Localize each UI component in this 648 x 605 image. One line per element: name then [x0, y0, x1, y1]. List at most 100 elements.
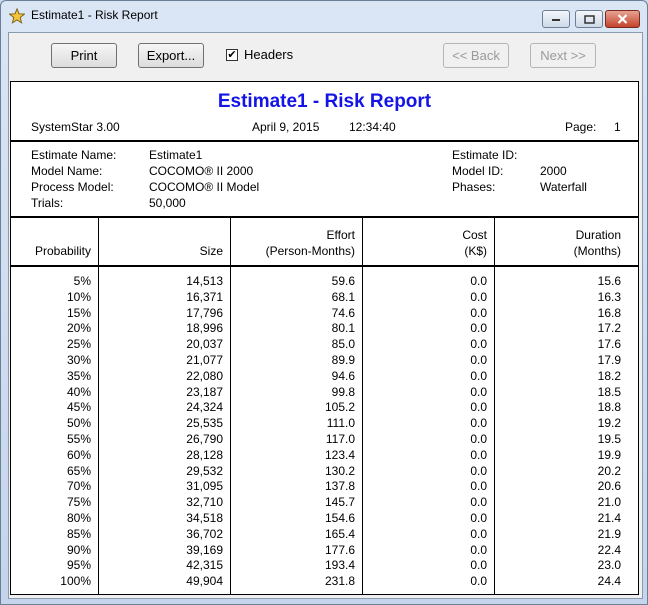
divider: [11, 216, 638, 218]
size-cell: 23,187: [186, 384, 223, 399]
size-cell: 20,037: [186, 337, 223, 352]
probability-cell: 70%: [66, 479, 91, 494]
toolbar: Print Export... ✔ Headers << Back Next >…: [9, 33, 642, 79]
column-header-size: Size: [199, 244, 223, 258]
size-cell: 24,324: [186, 400, 223, 415]
size-cell: 18,996: [186, 321, 223, 336]
cost-cell: 0.0: [470, 511, 487, 525]
size-cell: 36,702: [186, 526, 223, 541]
probability-cell: 5%: [73, 274, 91, 288]
cost-cell: 0.0: [470, 289, 487, 304]
duration-cell: 19.9: [597, 447, 621, 462]
column-divider: [362, 217, 363, 266]
effort-cell: 59.6: [331, 274, 355, 288]
cost-cell: 0.0: [470, 416, 487, 431]
probability-cell: 15%: [66, 305, 91, 320]
cost-cell: 0.0: [470, 353, 487, 367]
effort-cell: 80.1: [331, 321, 355, 336]
column-divider: [494, 267, 495, 594]
model-id-label: Model ID:: [452, 164, 504, 178]
effort-cell: 94.6: [331, 368, 355, 383]
probability-cell: 10%: [66, 289, 91, 304]
model-name-value: COCOMO® II 2000: [149, 164, 254, 178]
minimize-button[interactable]: [542, 10, 570, 28]
maximize-button[interactable]: [575, 10, 603, 28]
effort-cell: 165.4: [324, 526, 355, 541]
export-button[interactable]: Export...: [138, 43, 204, 68]
size-cell: 39,169: [186, 542, 223, 557]
duration-cell: 19.2: [597, 416, 621, 431]
size-cell: 28,128: [186, 447, 223, 462]
trials-value: 50,000: [149, 196, 186, 210]
probability-cell: 55%: [66, 432, 91, 446]
probability-cell: 90%: [66, 542, 91, 557]
size-cell: 25,535: [186, 416, 223, 431]
cost-cell: 0.0: [470, 542, 487, 557]
headers-checkbox-label[interactable]: Headers: [244, 47, 293, 62]
column-header-duration: Duration: [575, 228, 621, 242]
probability-cell: 40%: [66, 384, 91, 399]
estimate-name-value: Estimate1: [149, 148, 203, 162]
headers-checkbox[interactable]: ✔: [226, 49, 238, 61]
product-version: SystemStar 3.00: [31, 120, 120, 134]
size-cell: 26,790: [186, 432, 223, 446]
page-label: Page:: [565, 120, 597, 134]
duration-cell: 20.6: [597, 479, 621, 494]
report-date: April 9, 2015: [252, 120, 320, 134]
estimate-name-label: Estimate Name:: [31, 148, 117, 162]
close-button[interactable]: [605, 10, 640, 28]
effort-cell: 154.6: [324, 511, 355, 525]
cost-cell: 0.0: [470, 432, 487, 446]
probability-cell: 85%: [66, 526, 91, 541]
duration-cell: 17.9: [597, 353, 621, 367]
cost-cell: 0.0: [470, 447, 487, 462]
probability-cell: 100%: [60, 574, 91, 589]
column-header-effort-unit: (Person-Months): [265, 244, 355, 258]
size-cell: 29,532: [186, 463, 223, 478]
duration-cell: 21.0: [597, 495, 621, 510]
probability-cell: 45%: [66, 400, 91, 415]
process-model-label: Process Model:: [31, 180, 114, 194]
report-time: 12:34:40: [349, 120, 396, 134]
next-button[interactable]: Next >>: [530, 43, 596, 68]
maximize-icon: [576, 11, 602, 27]
cost-cell: 0.0: [470, 495, 487, 510]
probability-cell: 25%: [66, 337, 91, 352]
duration-cell: 18.8: [597, 400, 621, 415]
duration-cell: 15.6: [597, 274, 621, 288]
effort-cell: 117.0: [325, 432, 355, 446]
probability-cell: 65%: [66, 463, 91, 478]
size-cell: 32,710: [186, 495, 223, 510]
report-page: Estimate1 - Risk Report SystemStar 3.00 …: [10, 81, 639, 595]
duration-cell: 16.3: [597, 289, 621, 304]
column-divider: [494, 217, 495, 266]
duration-cell: 19.5: [597, 432, 621, 446]
duration-cell: 18.2: [597, 368, 621, 383]
duration-cell: 17.6: [597, 337, 621, 352]
duration-cell: 24.4: [597, 574, 621, 589]
probability-cell: 30%: [66, 353, 91, 367]
back-button[interactable]: << Back: [443, 43, 509, 68]
size-cell: 21,077: [186, 353, 223, 367]
trials-label: Trials:: [31, 196, 64, 210]
cost-cell: 0.0: [470, 574, 487, 589]
print-button[interactable]: Print: [51, 43, 117, 68]
column-header-cost-unit: (K$): [464, 244, 487, 258]
window-title: Estimate1 - Risk Report: [31, 8, 158, 22]
size-cell: 14,513: [186, 274, 223, 288]
client-area: Print Export... ✔ Headers << Back Next >…: [8, 32, 643, 599]
estimate-id-label: Estimate ID:: [452, 148, 518, 162]
minimize-icon: [543, 11, 569, 27]
duration-cell: 23.0: [597, 558, 621, 573]
effort-cell: 177.6: [324, 542, 355, 557]
effort-cell: 193.4: [324, 558, 355, 573]
column-divider: [98, 267, 99, 594]
probability-cell: 60%: [66, 447, 91, 462]
report-window: Estimate1 - Risk Report Print Export... …: [0, 0, 648, 605]
cost-cell: 0.0: [470, 337, 487, 352]
title-bar[interactable]: Estimate1 - Risk Report: [1, 1, 647, 31]
cost-cell: 0.0: [470, 558, 487, 573]
column-header-cost: Cost: [462, 228, 487, 242]
column-divider: [230, 217, 231, 266]
effort-cell: 137.8: [324, 479, 355, 494]
